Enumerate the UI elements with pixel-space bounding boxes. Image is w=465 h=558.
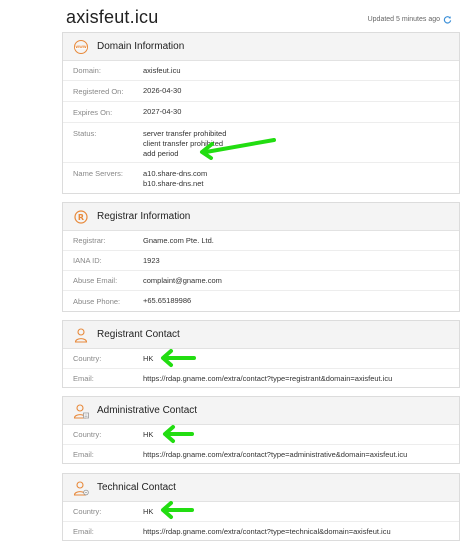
registrant-country-row: Country: HK <box>63 349 459 369</box>
annotation-arrow-icon <box>163 425 194 443</box>
domain-information-header: WWW Domain Information <box>63 33 459 61</box>
abuse-phone-label: Abuse Phone: <box>73 296 121 306</box>
administrative-email-row: Email: https://rdap.gname.com/extra/cont… <box>63 445 459 464</box>
annotation-arrow-icon <box>161 349 196 367</box>
registrar-information-header: R Registrar Information <box>63 203 459 231</box>
panel-title: Registrant Contact <box>97 329 180 340</box>
administrative-contact-panel: Administrative Contact Country: HK Email… <box>62 396 460 464</box>
name-servers-row: Name Servers: a10.share-dns.com b10.shar… <box>63 163 459 193</box>
panel-title: Technical Contact <box>97 482 176 493</box>
refresh-icon[interactable] <box>443 15 452 24</box>
email-label: Email: <box>73 527 94 536</box>
panel-title: Domain Information <box>97 41 185 52</box>
page-title: axisfeut.icu <box>66 7 159 27</box>
svg-text:WWW: WWW <box>75 45 86 49</box>
email-label: Email: <box>73 374 94 383</box>
country-label: Country: <box>73 430 102 439</box>
name-servers-values: a10.share-dns.com b10.share-dns.net <box>143 169 207 193</box>
domain-information-panel: WWW Domain Information Domain: axisfeut.… <box>62 32 460 194</box>
svg-text:R: R <box>78 213 84 222</box>
country-value: HK <box>143 506 154 516</box>
technical-contact-panel: Technical Contact Country: HK Email: htt… <box>62 473 460 541</box>
registrant-email-row: Email: https://rdap.gname.com/extra/cont… <box>63 369 459 388</box>
www-icon: WWW <box>73 39 89 55</box>
domain-label: Domain: <box>73 66 101 75</box>
technical-country-row: Country: HK <box>63 502 459 522</box>
iana-label: IANA ID: <box>73 256 102 265</box>
registrar-label: Registrar: <box>73 236 106 245</box>
abuse-email-label: Abuse Email: <box>73 276 118 285</box>
person-icon <box>73 327 89 343</box>
registrar-information-panel: R Registrar Information Registrar: Gname… <box>62 202 460 312</box>
registrant-contact-header: Registrant Contact <box>63 321 459 349</box>
abuse-email-value: complaint@gname.com <box>143 275 222 285</box>
email-link[interactable]: https://rdap.gname.com/extra/contact?typ… <box>143 450 407 460</box>
panel-title: Registrar Information <box>97 211 191 222</box>
annotation-arrow-icon <box>200 138 276 160</box>
registrar-value: Gname.com Pte. Ltd. <box>143 235 214 245</box>
tech-person-icon <box>73 480 89 496</box>
registered-value: 2026-04-30 <box>143 86 182 95</box>
country-label: Country: <box>73 507 102 516</box>
email-label: Email: <box>73 450 94 459</box>
status-label: Status: <box>73 129 97 138</box>
abuse-email-row: Abuse Email: complaint@gname.com <box>63 271 459 291</box>
domain-value: axisfeut.icu <box>143 65 181 75</box>
email-link[interactable]: https://rdap.gname.com/extra/contact?typ… <box>143 527 391 537</box>
registered-row: Registered On: 2026-04-30 <box>63 81 459 102</box>
updated-status: Updated 5 minutes ago <box>368 15 452 24</box>
abuse-phone-row: Abuse Phone: +65.65189986 <box>63 291 459 311</box>
country-label: Country: <box>73 354 102 363</box>
country-value: HK <box>143 353 154 363</box>
registrar-row: Registrar: Gname.com Pte. Ltd. <box>63 231 459 251</box>
expires-row: Expires On: 2027-04-30 <box>63 102 459 123</box>
name-server: a10.share-dns.com <box>143 169 208 178</box>
registered-label: Registered On: <box>73 86 124 96</box>
administrative-country-row: Country: HK <box>63 425 459 445</box>
expires-value: 2027-04-30 <box>143 107 182 116</box>
name-servers-label: Name Servers: <box>73 169 124 178</box>
technical-contact-header: Technical Contact <box>63 474 459 502</box>
technical-email-row: Email: https://rdap.gname.com/extra/cont… <box>63 522 459 541</box>
annotation-arrow-icon <box>161 501 194 519</box>
domain-row: Domain: axisfeut.icu <box>63 61 459 81</box>
administrative-contact-header: Administrative Contact <box>63 397 459 425</box>
panel-title: Administrative Contact <box>97 405 198 416</box>
name-server: b10.share-dns.net <box>143 179 204 188</box>
iana-row: IANA ID: 1923 <box>63 251 459 271</box>
registered-icon: R <box>73 209 89 225</box>
updated-text: Updated 5 minutes ago <box>367 16 440 23</box>
iana-value: 1923 <box>143 255 160 265</box>
email-link[interactable]: https://rdap.gname.com/extra/contact?typ… <box>143 374 392 384</box>
registrant-contact-panel: Registrant Contact Country: HK Email: ht… <box>62 320 460 388</box>
admin-person-icon <box>73 403 89 419</box>
expires-label: Expires On: <box>73 107 113 117</box>
country-value: HK <box>143 429 154 439</box>
abuse-phone-value: +65.65189986 <box>143 296 192 305</box>
